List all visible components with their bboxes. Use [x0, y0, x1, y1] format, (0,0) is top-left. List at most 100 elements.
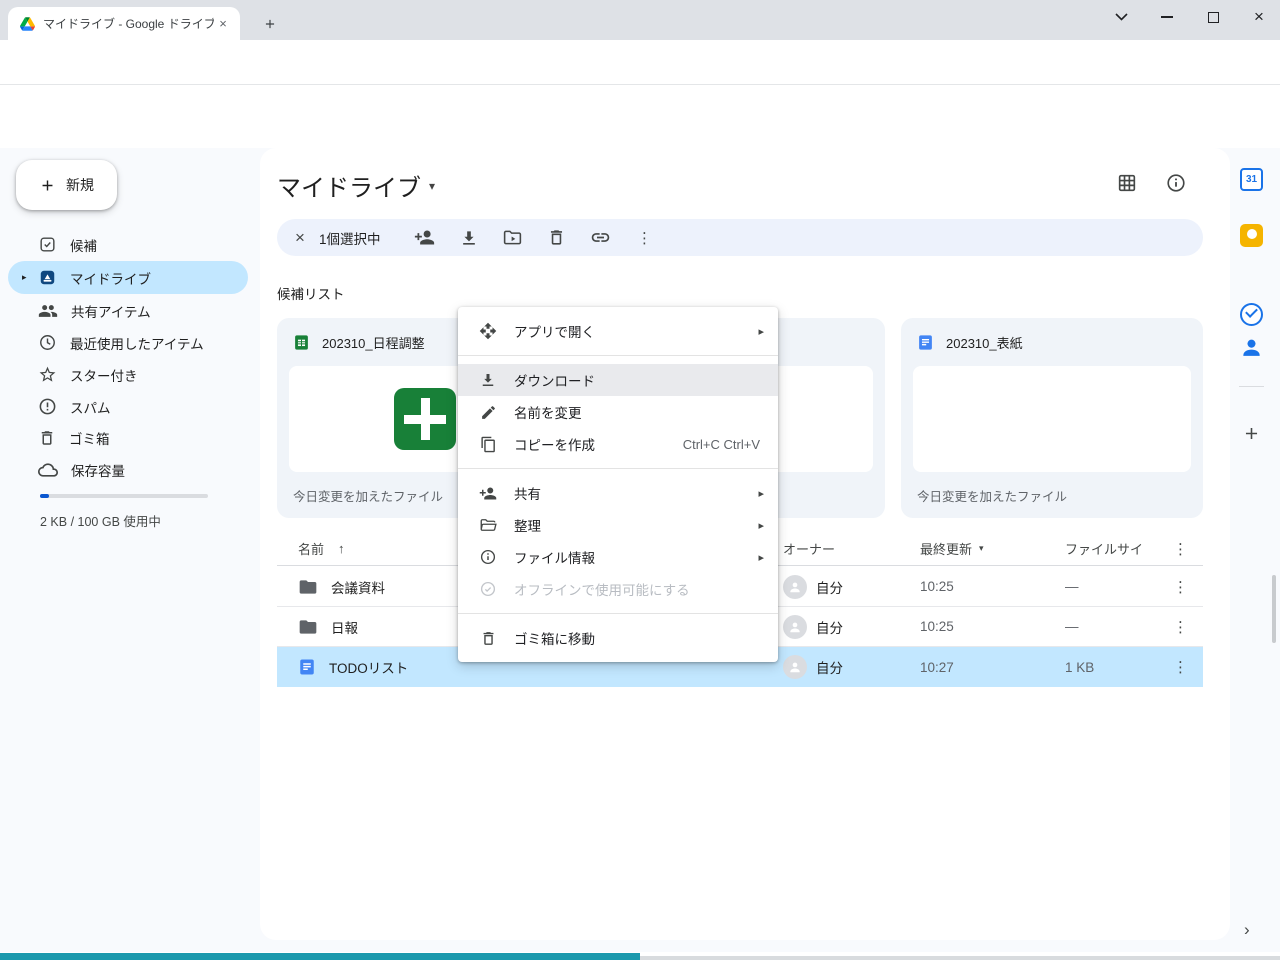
submenu-arrow-icon: ▸ — [758, 487, 764, 500]
column-header-name[interactable]: 名前 ↑ — [298, 532, 345, 565]
browser-tab[interactable]: マイドライブ - Google ドライブ × — [8, 7, 240, 40]
tab-close-icon[interactable]: × — [214, 15, 232, 33]
tab-search-chevron-icon[interactable] — [1100, 0, 1142, 34]
window-minimize-button[interactable] — [1146, 0, 1188, 34]
sidebar-item-recent[interactable]: 最近使用したアイテム — [8, 326, 248, 359]
new-button[interactable]: 新規 — [16, 160, 117, 210]
copy-icon — [479, 435, 497, 453]
menu-item-organize[interactable]: 整理 ▸ — [458, 509, 778, 541]
card-preview — [913, 366, 1191, 472]
owner-avatar — [783, 615, 807, 639]
sidebar-item-shared[interactable]: 共有アイテム — [8, 294, 248, 327]
column-header-modified[interactable]: 最終更新 ▾ — [920, 532, 984, 565]
share-person-add-icon — [479, 484, 497, 502]
file-card-cover[interactable]: 202310_表紙 今日変更を加えたファイル — [901, 318, 1203, 518]
page-title[interactable]: マイドライブ ▾ — [277, 168, 435, 203]
docs-file-icon — [298, 658, 316, 676]
menu-divider — [458, 613, 778, 614]
google-tasks-icon[interactable] — [1240, 303, 1263, 326]
rail-divider — [1239, 386, 1264, 387]
row-kebab-icon[interactable]: ⋮ — [1173, 607, 1188, 646]
scrollbar-thumb[interactable] — [1272, 575, 1276, 643]
download-icon[interactable] — [447, 223, 491, 253]
storage-usage-text: 2 KB / 100 GB 使用中 — [40, 511, 161, 530]
offline-check-icon — [479, 580, 497, 598]
alert-icon — [38, 397, 57, 416]
menu-shortcut: Ctrl+C Ctrl+V — [683, 437, 760, 452]
title-caret-icon: ▾ — [429, 179, 435, 193]
sheets-logo-large — [394, 388, 456, 450]
list-grid-view-toggle-icon[interactable] — [1116, 172, 1138, 194]
row-kebab-icon[interactable]: ⋮ — [1173, 567, 1188, 606]
rename-pencil-icon — [479, 403, 497, 421]
sidebar-item-starred[interactable]: スター付き — [8, 358, 248, 391]
google-calendar-icon[interactable]: 31 — [1240, 168, 1263, 191]
sheets-file-icon — [293, 334, 310, 351]
selection-toolbar: × 1個選択中 ⋮ — [277, 219, 1203, 256]
sidebar-item-spam[interactable]: スパム — [8, 390, 248, 423]
drive-favicon — [20, 17, 35, 31]
sidebar-item-my-drive[interactable]: ▸ マイドライブ — [8, 261, 248, 294]
menu-item-download[interactable]: ダウンロード — [458, 364, 778, 396]
my-drive-icon — [38, 268, 57, 287]
sort-asc-icon: ↑ — [338, 541, 345, 556]
menu-item-move-to-trash[interactable]: ゴミ箱に移動 — [458, 622, 778, 654]
menu-item-offline: オフラインで使用可能にする — [458, 573, 778, 605]
more-actions-kebab-icon[interactable]: ⋮ — [623, 223, 667, 253]
open-with-icon — [479, 322, 497, 340]
copy-link-icon[interactable] — [579, 223, 623, 253]
expand-arrow-icon[interactable]: ▸ — [22, 272, 27, 283]
window-close-button[interactable]: × — [1238, 0, 1280, 34]
clear-selection-icon[interactable]: × — [295, 228, 319, 248]
share-person-add-icon[interactable] — [403, 223, 447, 253]
trash-icon[interactable] — [535, 223, 579, 253]
drive-header: ドライブ ? ECCS Cloud Mail Infor — [0, 85, 1280, 148]
sidebar-item-suggestions[interactable]: 候補 — [8, 228, 248, 261]
storage-progress-fill — [40, 494, 49, 498]
column-header-size[interactable]: ファイルサイ — [1065, 532, 1143, 565]
menu-item-file-info[interactable]: ファイル情報 ▸ — [458, 541, 778, 573]
menu-item-make-copy[interactable]: コピーを作成 Ctrl+C Ctrl+V — [458, 428, 778, 460]
context-menu: アプリで開く ▸ ダウンロード 名前を変更 コピーを作成 Ctrl+C Ctrl… — [458, 307, 778, 662]
rail-add-icon[interactable] — [1242, 424, 1261, 443]
people-icon — [38, 301, 58, 321]
google-keep-icon[interactable] — [1240, 224, 1263, 247]
window-maximize-button[interactable] — [1192, 0, 1234, 34]
google-contacts-icon[interactable] — [1240, 336, 1263, 359]
folder-icon — [298, 577, 318, 597]
submenu-arrow-icon: ▸ — [758, 325, 764, 338]
browser-window: マイドライブ - Google ドライブ × × ← → ↻ drive.goo… — [0, 0, 1280, 960]
bottom-teal-bar — [0, 953, 640, 960]
new-tab-button[interactable] — [256, 10, 284, 38]
menu-item-rename[interactable]: 名前を変更 — [458, 396, 778, 428]
table-header-kebab-icon[interactable]: ⋮ — [1173, 532, 1188, 565]
suggestions-section-label: 候補リスト — [277, 283, 345, 303]
browser-navbar: ← → ↻ drive.google.com/drive/my-drive U … — [0, 40, 1280, 85]
sidebar-item-storage[interactable]: 保存容量 — [8, 453, 248, 486]
column-header-owner[interactable]: オーナー — [783, 532, 835, 565]
bottom-gray-bar — [640, 956, 1280, 960]
card-file-name: 202310_日程調整 — [322, 333, 425, 352]
details-info-icon[interactable] — [1165, 172, 1187, 194]
submenu-arrow-icon: ▸ — [758, 551, 764, 564]
selection-count: 1個選択中 — [319, 228, 381, 248]
menu-divider — [458, 468, 778, 469]
docs-file-icon — [917, 334, 934, 351]
row-kebab-icon[interactable]: ⋮ — [1173, 647, 1188, 687]
download-icon — [479, 371, 497, 389]
check-square-icon — [38, 235, 57, 254]
trash-icon — [38, 429, 56, 447]
menu-item-share[interactable]: 共有 ▸ — [458, 477, 778, 509]
collapse-panel-chevron-icon[interactable]: › — [1244, 920, 1250, 940]
cloud-icon — [38, 460, 58, 480]
owner-avatar — [783, 655, 807, 679]
move-to-folder-icon[interactable] — [491, 223, 535, 253]
organize-folder-icon — [479, 516, 497, 534]
info-icon — [479, 548, 497, 566]
sidebar-item-trash[interactable]: ゴミ箱 — [8, 421, 248, 454]
tab-title: マイドライブ - Google ドライブ — [43, 15, 214, 32]
trash-icon — [479, 629, 497, 647]
menu-divider — [458, 355, 778, 356]
submenu-arrow-icon: ▸ — [758, 519, 764, 532]
menu-item-open-with[interactable]: アプリで開く ▸ — [458, 315, 778, 347]
